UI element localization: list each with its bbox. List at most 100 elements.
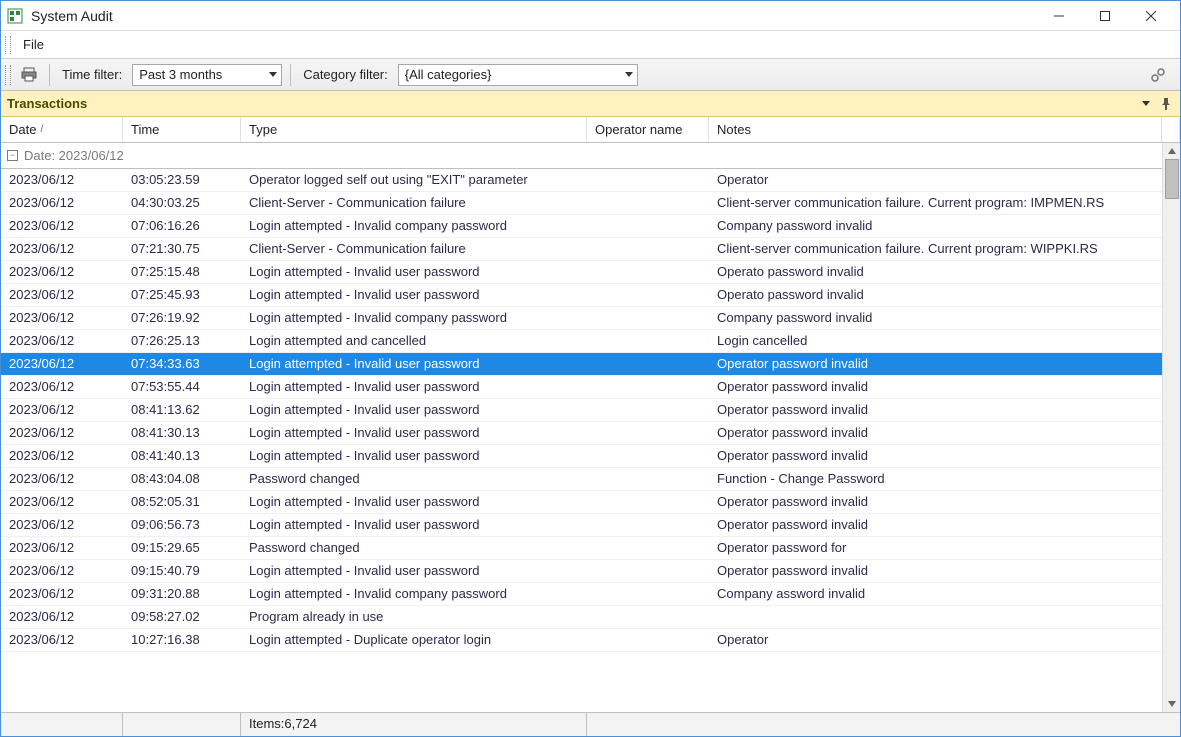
- cell-type: Login attempted - Invalid user password: [241, 399, 587, 421]
- cell-notes: Operator password invalid: [709, 560, 1162, 582]
- cell-notes: Operator password invalid: [709, 491, 1162, 513]
- cell-notes: Operator: [709, 169, 1162, 191]
- cell-time: 07:53:55.44: [123, 376, 241, 398]
- scroll-up-icon[interactable]: [1164, 143, 1180, 159]
- cell-time: 09:06:56.73: [123, 514, 241, 536]
- group-row[interactable]: − Date: 2023/06/12: [1, 143, 1162, 169]
- window-title: System Audit: [31, 8, 1036, 24]
- maximize-button[interactable]: [1082, 2, 1128, 30]
- cell-time: 08:41:30.13: [123, 422, 241, 444]
- table-row[interactable]: 2023/06/1207:34:33.63Login attempted - I…: [1, 353, 1162, 376]
- col-time[interactable]: Time: [123, 117, 241, 142]
- settings-button[interactable]: [1146, 63, 1170, 87]
- table-row[interactable]: 2023/06/1207:21:30.75Client-Server - Com…: [1, 238, 1162, 261]
- time-filter-dropdown[interactable]: Past 3 months: [132, 64, 282, 86]
- category-filter-dropdown[interactable]: {All categories}: [398, 64, 638, 86]
- cell-time: 09:58:27.02: [123, 606, 241, 628]
- cell-op: [587, 422, 709, 444]
- cell-notes: Function - Change Password: [709, 468, 1162, 490]
- chevron-down-icon: [625, 72, 633, 77]
- cell-time: 07:25:45.93: [123, 284, 241, 306]
- col-operator[interactable]: Operator name: [587, 117, 709, 142]
- separator: [290, 64, 291, 86]
- cell-time: 09:15:40.79: [123, 560, 241, 582]
- sort-asc-icon: /: [40, 124, 43, 135]
- cell-notes: Login cancelled: [709, 330, 1162, 352]
- table-row[interactable]: 2023/06/1207:25:45.93Login attempted - I…: [1, 284, 1162, 307]
- cell-op: [587, 192, 709, 214]
- pin-button[interactable]: [1158, 96, 1174, 112]
- cell-time: 08:52:05.31: [123, 491, 241, 513]
- cell-date: 2023/06/12: [1, 399, 123, 421]
- app-icon: [7, 8, 23, 24]
- menu-file[interactable]: File: [15, 33, 52, 56]
- table-row[interactable]: 2023/06/1209:31:20.88Login attempted - I…: [1, 583, 1162, 606]
- cell-op: [587, 330, 709, 352]
- table-row[interactable]: 2023/06/1208:52:05.31Login attempted - I…: [1, 491, 1162, 514]
- cell-notes: Company password invalid: [709, 307, 1162, 329]
- cell-type: Login attempted - Invalid user password: [241, 445, 587, 467]
- cell-date: 2023/06/12: [1, 583, 123, 605]
- cell-time: 10:27:16.38: [123, 629, 241, 651]
- cell-date: 2023/06/12: [1, 238, 123, 260]
- close-button[interactable]: [1128, 2, 1174, 30]
- cell-notes: Operator password invalid: [709, 353, 1162, 375]
- cell-notes: Client-server communication failure. Cur…: [709, 192, 1162, 214]
- cell-op: [587, 215, 709, 237]
- table-row[interactable]: 2023/06/1207:06:16.26Login attempted - I…: [1, 215, 1162, 238]
- grid-header: Date/ Time Type Operator name Notes: [1, 117, 1180, 143]
- cell-op: [587, 606, 709, 628]
- cell-op: [587, 537, 709, 559]
- panel-dropdown-button[interactable]: [1138, 96, 1154, 112]
- cell-type: Login attempted - Invalid user password: [241, 422, 587, 444]
- table-row[interactable]: 2023/06/1203:05:23.59Operator logged sel…: [1, 169, 1162, 192]
- cell-op: [587, 307, 709, 329]
- scroll-thumb[interactable]: [1165, 159, 1179, 199]
- cell-op: [587, 238, 709, 260]
- status-cell: [587, 713, 1180, 736]
- table-row[interactable]: 2023/06/1204:30:03.25Client-Server - Com…: [1, 192, 1162, 215]
- cell-time: 07:26:25.13: [123, 330, 241, 352]
- cell-type: Client-Server - Communication failure: [241, 238, 587, 260]
- collapse-icon[interactable]: −: [7, 150, 18, 161]
- minimize-button[interactable]: [1036, 2, 1082, 30]
- separator: [49, 64, 50, 86]
- cell-type: Login attempted - Invalid user password: [241, 491, 587, 513]
- cell-notes: Operator password invalid: [709, 514, 1162, 536]
- table-row[interactable]: 2023/06/1209:06:56.73Login attempted - I…: [1, 514, 1162, 537]
- vertical-scrollbar[interactable]: [1162, 143, 1180, 712]
- print-button[interactable]: [17, 63, 41, 87]
- table-row[interactable]: 2023/06/1207:53:55.44Login attempted - I…: [1, 376, 1162, 399]
- cell-type: Login attempted - Invalid user password: [241, 514, 587, 536]
- table-row[interactable]: 2023/06/1207:26:19.92Login attempted - I…: [1, 307, 1162, 330]
- table-row[interactable]: 2023/06/1209:15:40.79Login attempted - I…: [1, 560, 1162, 583]
- cell-time: 07:26:19.92: [123, 307, 241, 329]
- cell-date: 2023/06/12: [1, 307, 123, 329]
- cell-type: Password changed: [241, 468, 587, 490]
- cell-type: Login attempted - Invalid user password: [241, 284, 587, 306]
- table-row[interactable]: 2023/06/1208:43:04.08Password changedFun…: [1, 468, 1162, 491]
- titlebar: System Audit: [1, 1, 1180, 31]
- scroll-down-icon[interactable]: [1164, 696, 1180, 712]
- table-row[interactable]: 2023/06/1207:26:25.13Login attempted and…: [1, 330, 1162, 353]
- cell-op: [587, 445, 709, 467]
- cell-type: Login attempted - Invalid user password: [241, 376, 587, 398]
- table-row[interactable]: 2023/06/1208:41:40.13Login attempted - I…: [1, 445, 1162, 468]
- table-row[interactable]: 2023/06/1209:15:29.65Password changedOpe…: [1, 537, 1162, 560]
- status-items: Items:6,724: [241, 713, 587, 736]
- table-row[interactable]: 2023/06/1209:58:27.02Program already in …: [1, 606, 1162, 629]
- cell-date: 2023/06/12: [1, 192, 123, 214]
- cell-time: 08:43:04.08: [123, 468, 241, 490]
- table-row[interactable]: 2023/06/1208:41:30.13Login attempted - I…: [1, 422, 1162, 445]
- scroll-track[interactable]: [1164, 159, 1180, 696]
- status-cell: [1, 713, 123, 736]
- table-row[interactable]: 2023/06/1210:27:16.38Login attempted - D…: [1, 629, 1162, 652]
- status-cell: [123, 713, 241, 736]
- col-notes[interactable]: Notes: [709, 117, 1162, 142]
- col-date[interactable]: Date/: [1, 117, 123, 142]
- table-row[interactable]: 2023/06/1207:25:15.48Login attempted - I…: [1, 261, 1162, 284]
- cell-type: Login attempted - Invalid company passwo…: [241, 583, 587, 605]
- cell-notes: Operator password invalid: [709, 445, 1162, 467]
- col-type[interactable]: Type: [241, 117, 587, 142]
- table-row[interactable]: 2023/06/1208:41:13.62Login attempted - I…: [1, 399, 1162, 422]
